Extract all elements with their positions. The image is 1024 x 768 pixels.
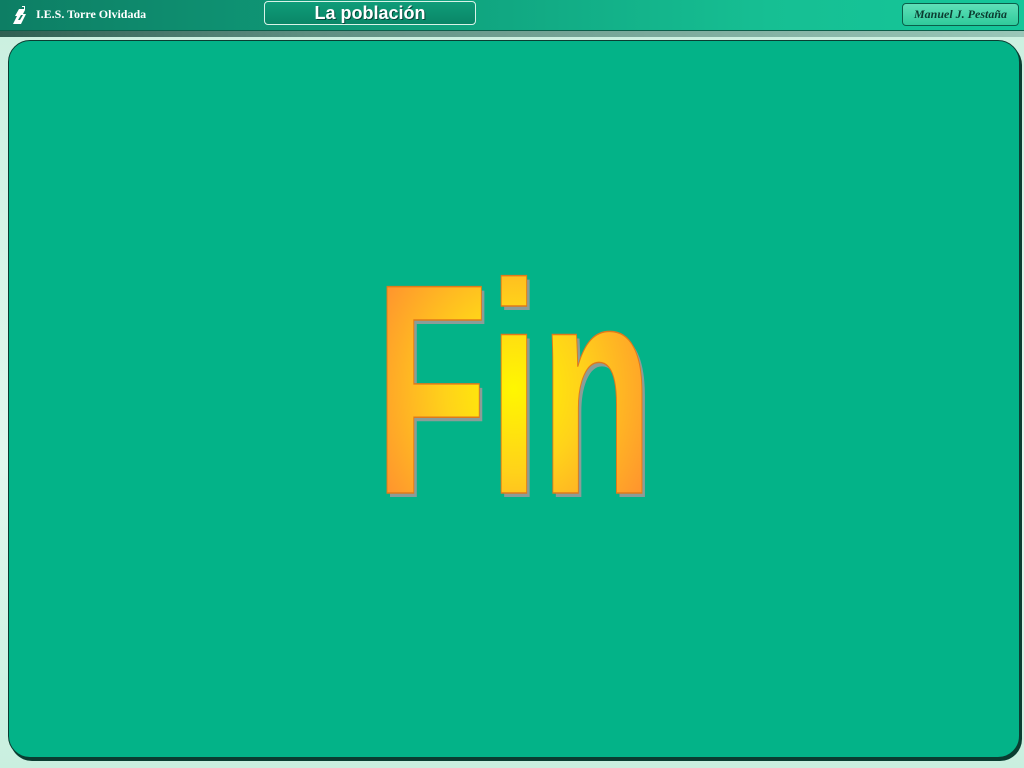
- title-box: La población: [264, 1, 476, 25]
- school-name: I.E.S. Torre Olvidada: [36, 7, 147, 21]
- slide-page: I.E.S. Torre Olvidada La población Manue…: [0, 0, 1024, 768]
- author-box: Manuel J. Pestaña: [902, 3, 1019, 26]
- tower-logo-icon: [11, 5, 29, 25]
- fin-word: Fin: [380, 255, 650, 505]
- header-divider: [0, 31, 1024, 37]
- header-bar: I.E.S. Torre Olvidada La población Manue…: [0, 0, 1024, 31]
- author-name: Manuel J. Pestaña: [913, 7, 1007, 21]
- slide-title: La población: [314, 2, 426, 23]
- fin-wordart: Fin Fin: [380, 255, 650, 505]
